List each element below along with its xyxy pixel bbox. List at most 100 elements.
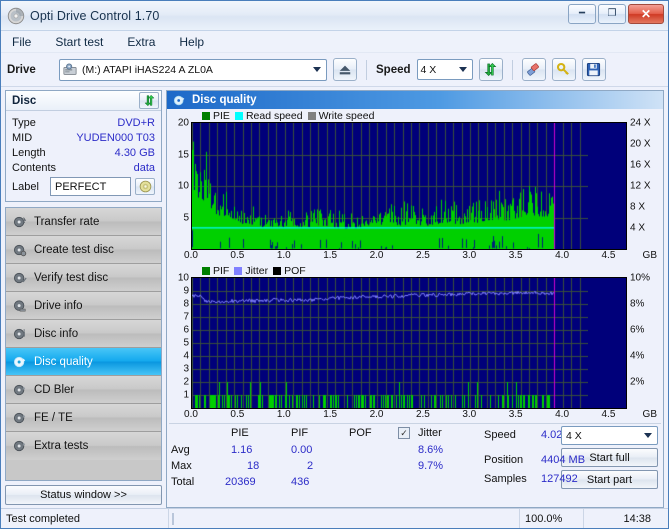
disc-value: DVD+R [117, 116, 155, 129]
maximize-button[interactable]: ❐ [598, 4, 626, 24]
sidebar-item-disc-info[interactable]: Disc info [6, 320, 161, 348]
drive-info-icon [13, 299, 26, 311]
disc-quality-panel: Disc quality PIE Read speed Write speed … [166, 90, 664, 508]
axis-tick-label: 0.0 [184, 250, 198, 261]
disc-refresh-button[interactable] [139, 92, 159, 109]
panel-title: Disc quality [192, 94, 257, 106]
chevron-down-icon[interactable] [458, 67, 467, 72]
sidebar-item-label: Verify test disc [34, 271, 109, 284]
stats-header-pie: PIE [231, 427, 249, 439]
axis-tick-label: 9 [183, 285, 189, 297]
chart2-x-axis: 0.0 0.5 1.0 1.5 2.0 2.5 3.0 3.5 4.0 4.5 GB [184, 409, 657, 423]
close-button[interactable]: ✕ [628, 4, 664, 24]
legend-label: Write speed [318, 109, 375, 122]
axis-tick-label: 4.0 [555, 250, 570, 261]
menu-start-test[interactable]: Start test [52, 33, 106, 51]
refresh-icon [484, 63, 497, 76]
sidebar-item-extra-tests[interactable]: Extra tests [6, 432, 161, 460]
axis-tick-label: 0.0 [184, 409, 198, 420]
disc-row-mid: MID YUDEN000 T03 [12, 130, 155, 145]
sidebar-item-fe-te[interactable]: FE / TE [6, 404, 161, 432]
chart1-x-axis: 0.0 0.5 1.0 1.5 2.0 2.5 3.0 3.5 4.0 4.5 GB [184, 250, 657, 264]
chevron-down-icon[interactable] [313, 67, 321, 72]
save-button[interactable] [581, 58, 606, 81]
menu-file[interactable]: File [9, 33, 34, 51]
refresh-icon [143, 94, 155, 107]
drive-select[interactable]: (M:) ATAPI iHAS224 A ZL0A [59, 58, 327, 81]
chart-pif-canvas [192, 278, 588, 408]
key-button[interactable] [551, 58, 576, 81]
axis-tick-label: 4.0 [555, 409, 570, 420]
disc-label-input[interactable]: PERFECT [50, 177, 131, 196]
progress-cell [169, 509, 520, 528]
speed-label: Speed [376, 63, 411, 76]
disc-row-length: Length 4.30 GB [12, 145, 155, 160]
sidebar-item-drive-info[interactable]: Drive info [6, 292, 161, 320]
sidebar-item-label: CD Bler [34, 383, 75, 396]
resize-grip[interactable] [656, 509, 668, 528]
disc-label-key: Label [12, 180, 39, 193]
stats-header-pof: POF [349, 427, 372, 439]
sidebar-item-create-test-disc[interactable]: Create test disc [6, 236, 161, 264]
axis-tick-label: 24 X [630, 117, 651, 129]
disc-panel: Disc Type DVD+R MID YUDEN000 T03 Length … [5, 90, 162, 202]
sidebar-item-verify-test-disc[interactable]: Verify test disc [6, 264, 161, 292]
maximize-icon: ❐ [607, 8, 617, 19]
axis-unit-label: GB [642, 250, 657, 261]
sidebar-item-label: Drive info [34, 299, 83, 312]
eject-icon [339, 65, 351, 74]
sidebar-item-disc-quality[interactable]: Disc quality [6, 348, 161, 376]
axis-tick-label: 6% [630, 324, 645, 336]
axis-tick-label: 12 X [630, 180, 651, 192]
axis-tick-label: 8 X [630, 201, 646, 213]
key-icon [556, 62, 569, 75]
status-window-button[interactable]: Status window >> [5, 485, 162, 505]
disc-row-type: Type DVD+R [12, 115, 155, 130]
menu-help[interactable]: Help [176, 33, 207, 51]
axis-tick-label: 10 [177, 272, 189, 284]
axis-tick-label: 4.5 [601, 409, 616, 420]
axis-tick-label: 15 [177, 149, 189, 160]
chevron-down-icon[interactable] [644, 433, 652, 438]
axis-tick-label: 3.5 [508, 250, 523, 261]
stats-total-pie: 20369 [225, 476, 256, 488]
stats-avg-jitter: 8.6% [418, 444, 444, 456]
stats-panel: PIE PIF POF ✓ Jitter Avg 1.16 0.00 8.6% … [169, 423, 661, 489]
axis-tick-label: 1.0 [276, 250, 291, 261]
disc-label-button[interactable] [135, 178, 155, 195]
disc-panel-title: Disc [12, 94, 37, 107]
chart1-legend: PIE Read speed Write speed [169, 109, 661, 122]
eraser-icon [527, 63, 539, 76]
speed-select[interactable]: 4 X [416, 59, 473, 80]
jitter-checkbox[interactable]: ✓ [398, 427, 410, 439]
axis-tick-label: 7 [183, 311, 189, 323]
left-column: Disc Type DVD+R MID YUDEN000 T03 Length … [5, 90, 162, 508]
chart2-legend: PIF Jitter POF [169, 264, 661, 277]
sidebar-item-label: Transfer rate [34, 215, 100, 228]
minimize-icon: ━ [578, 8, 586, 19]
axis-tick-label: 6 [183, 324, 189, 336]
disc-quality-icon [13, 356, 26, 367]
legend-pif: PIF [202, 265, 229, 277]
refresh-button[interactable] [478, 58, 503, 81]
stats-header-pif: PIF [291, 427, 309, 439]
nav-list: Transfer rate Create test disc Verify te… [5, 207, 162, 481]
sidebar-item-label: Disc quality [34, 355, 93, 368]
position-stat-label: Position [484, 454, 524, 466]
stats-avg-pie: 1.16 [231, 444, 253, 456]
disc-quality-icon [173, 95, 185, 105]
axis-tick-label: 2.0 [369, 409, 384, 420]
disc-create-icon [13, 244, 27, 256]
sidebar-item-transfer-rate[interactable]: Transfer rate [6, 208, 161, 236]
test-speed-select[interactable]: 4 X [561, 426, 658, 445]
drive-value: (M:) ATAPI iHAS224 A ZL0A [82, 63, 213, 76]
axis-tick-label: 2% [630, 376, 645, 388]
test-speed-value: 4 X [566, 429, 582, 442]
eject-button[interactable] [333, 58, 357, 81]
eraser-button[interactable] [521, 58, 546, 81]
legend-pof: POF [273, 265, 306, 277]
sidebar-item-cd-bler[interactable]: CD Bler [6, 376, 161, 404]
minimize-button[interactable]: ━ [568, 4, 596, 24]
menu-extra[interactable]: Extra [124, 33, 158, 51]
stats-total-pif: 436 [291, 476, 310, 488]
